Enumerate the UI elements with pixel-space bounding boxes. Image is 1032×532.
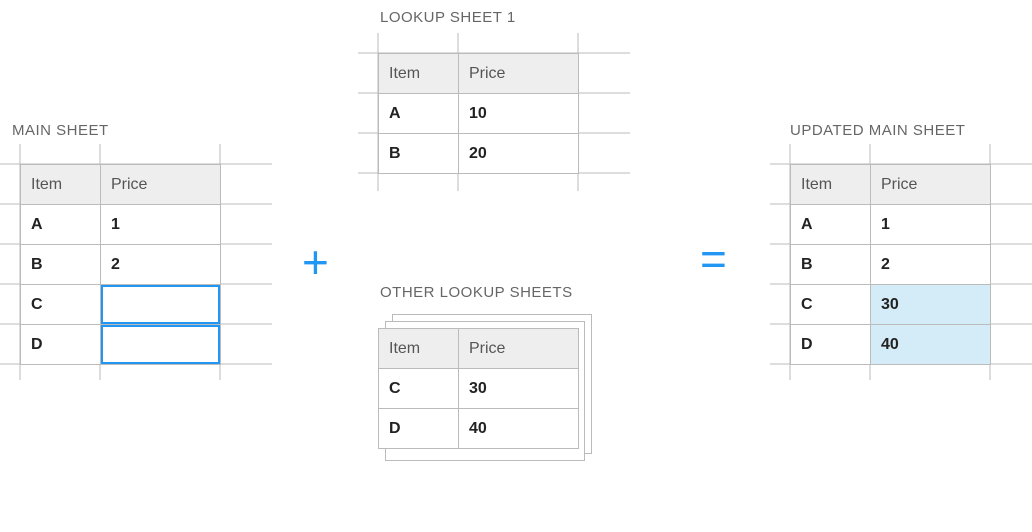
- cell-price-updated: 40: [871, 325, 991, 365]
- table-row: B20: [379, 134, 579, 174]
- table-row: D40: [791, 325, 991, 365]
- table-row: A1: [21, 205, 221, 245]
- cell-price: 10: [459, 94, 579, 134]
- cell-item: A: [379, 94, 459, 134]
- cell-price: 1: [871, 205, 991, 245]
- table-row: B2: [21, 245, 221, 285]
- equals-icon: =: [700, 232, 727, 286]
- cell-price-empty: [101, 285, 221, 325]
- cell-item: B: [21, 245, 101, 285]
- col-header-item: Item: [379, 54, 459, 94]
- col-header-item: Item: [21, 165, 101, 205]
- cell-item: A: [21, 205, 101, 245]
- other-lookup-title: OTHER LOOKUP SHEETS: [380, 284, 573, 301]
- cell-price: 20: [459, 134, 579, 174]
- cell-item: C: [379, 369, 459, 409]
- col-header-item: Item: [791, 165, 871, 205]
- cell-price: 40: [459, 409, 579, 449]
- table-row: C30: [379, 369, 579, 409]
- table-row: A10: [379, 94, 579, 134]
- cell-price-updated: 30: [871, 285, 991, 325]
- plus-icon: +: [302, 235, 329, 289]
- cell-item: B: [791, 245, 871, 285]
- cell-price: 2: [101, 245, 221, 285]
- main-sheet-table: Item Price A1 B2 C D: [20, 164, 221, 365]
- cell-price: 1: [101, 205, 221, 245]
- table-row: D: [21, 325, 221, 365]
- cell-item: A: [791, 205, 871, 245]
- updated-title: UPDATED MAIN SHEET: [790, 122, 965, 139]
- table-row: C30: [791, 285, 991, 325]
- cell-item: D: [379, 409, 459, 449]
- main-sheet-title: MAIN SHEET: [12, 122, 109, 139]
- col-header-item: Item: [379, 329, 459, 369]
- cell-item: B: [379, 134, 459, 174]
- col-header-price: Price: [871, 165, 991, 205]
- cell-item: C: [791, 285, 871, 325]
- cell-item: D: [791, 325, 871, 365]
- lookup1-table: Item Price A10 B20: [378, 53, 579, 174]
- table-row: D40: [379, 409, 579, 449]
- cell-price: 30: [459, 369, 579, 409]
- table-row: B2: [791, 245, 991, 285]
- cell-item: D: [21, 325, 101, 365]
- col-header-price: Price: [459, 54, 579, 94]
- updated-sheet-table: Item Price A1 B2 C30 D40: [790, 164, 991, 365]
- cell-item: C: [21, 285, 101, 325]
- col-header-price: Price: [101, 165, 221, 205]
- col-header-price: Price: [459, 329, 579, 369]
- cell-price: 2: [871, 245, 991, 285]
- lookup1-title: LOOKUP SHEET 1: [380, 9, 516, 26]
- table-row: C: [21, 285, 221, 325]
- other-lookup-table: Item Price C30 D40: [378, 328, 579, 449]
- cell-price-empty: [101, 325, 221, 365]
- table-row: A1: [791, 205, 991, 245]
